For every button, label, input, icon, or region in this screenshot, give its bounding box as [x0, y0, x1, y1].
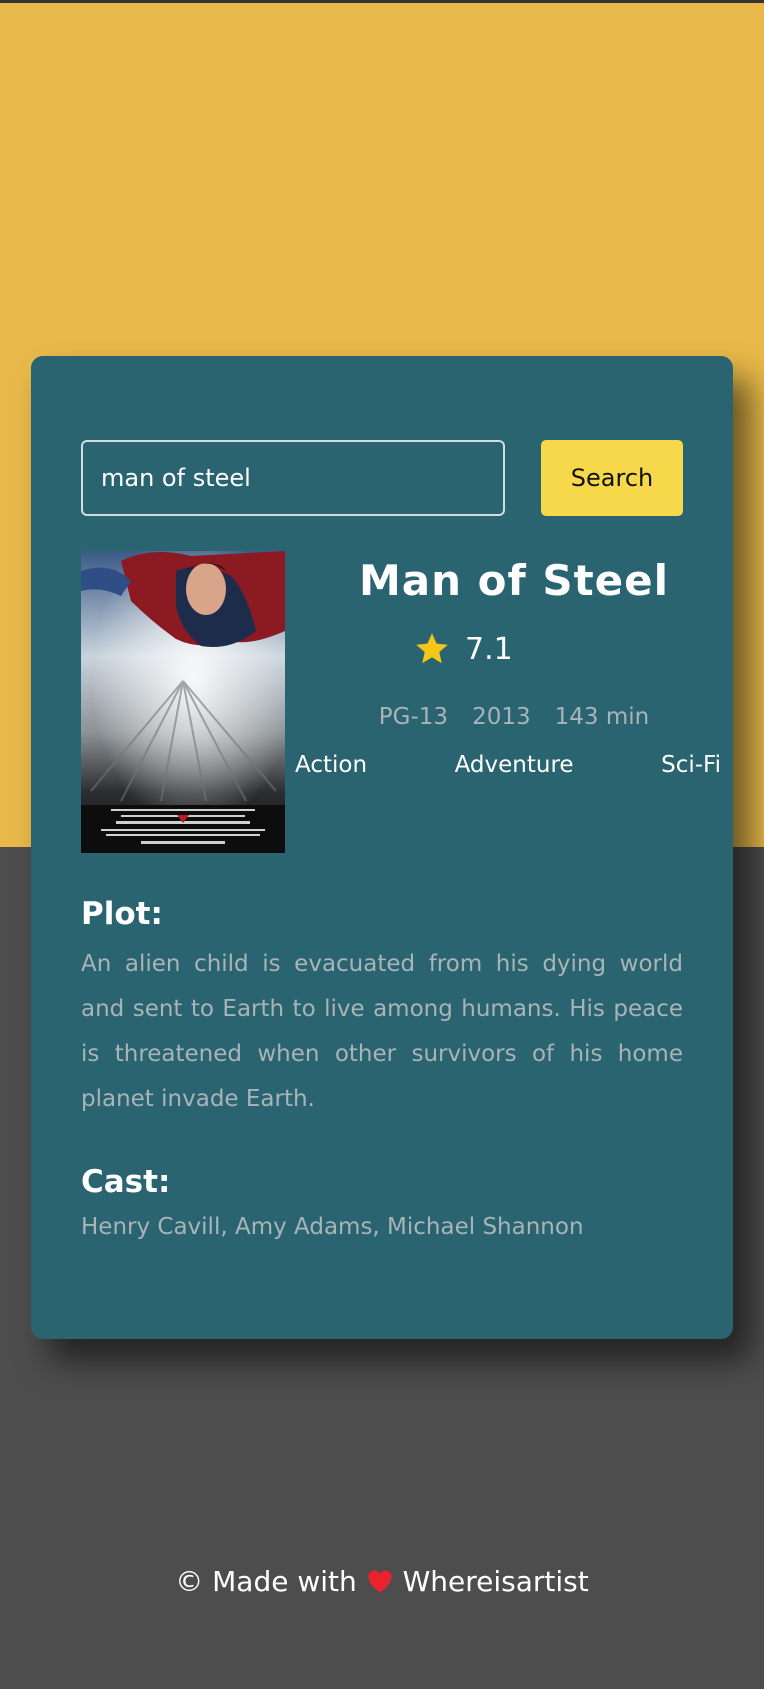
genre-list: Action Adventure Sci-Fi: [295, 752, 721, 778]
rated-label: PG-13: [378, 704, 449, 730]
movie-meta: PG-13 2013 143 min: [295, 704, 733, 730]
plot-text: An alien child is evacuated from his dyi…: [81, 951, 683, 1112]
footer-author: Whereisartist: [402, 1565, 589, 1598]
movie-title: Man of Steel: [358, 556, 670, 605]
star-icon: [416, 633, 448, 664]
movie-rating: 7.1: [413, 630, 513, 668]
search-input[interactable]: [81, 440, 505, 516]
genre-item: Sci-Fi: [661, 752, 721, 778]
genre-item: Adventure: [454, 752, 574, 778]
search-button[interactable]: Search: [541, 440, 683, 516]
movie-card: Search: [31, 356, 733, 1339]
rating-value: 7.1: [465, 631, 513, 667]
cast-heading: Cast:: [81, 1164, 171, 1200]
cast-text: Henry Cavill, Amy Adams, Michael Shannon: [81, 1214, 584, 1240]
runtime-label: 143 min: [554, 704, 650, 730]
movie-poster-image: [81, 551, 285, 853]
footer: © Made with Whereisartist: [0, 1565, 764, 1598]
plot-heading: Plot:: [81, 896, 163, 932]
footer-prefix: © Made with: [175, 1565, 357, 1598]
year-label: 2013: [472, 704, 531, 730]
heart-icon: [368, 1570, 392, 1593]
genre-item: Action: [295, 752, 368, 778]
